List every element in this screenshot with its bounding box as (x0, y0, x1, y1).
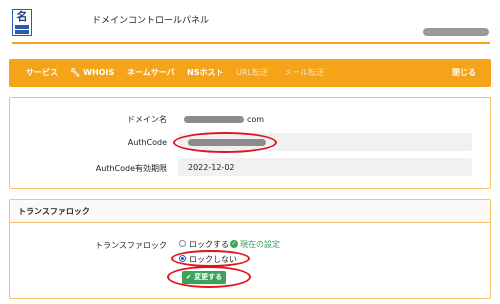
nav-item-whois[interactable]: 🔧︎ WHOIS (70, 59, 114, 87)
authcode-expiry-field: 2022-12-02 (178, 158, 472, 176)
highlight-oval-change-button (167, 266, 251, 288)
authcode-expiry-value: 2022-12-02 (188, 163, 235, 172)
app-title: ドメインコントロールパネル (92, 16, 210, 26)
authcode-label: AuthCode (127, 138, 167, 147)
wrench-icon: 🔧︎ (70, 68, 81, 77)
current-setting-label: 現在の設定 (240, 240, 280, 249)
nav-item-url-forward[interactable]: URL転送 (236, 59, 268, 87)
domain-name-redacted (184, 116, 244, 123)
check-circle-icon: ✓ (230, 240, 238, 248)
transfer-lock-field-label: トランスファロック (95, 241, 167, 250)
nav-item-mail-forward[interactable]: メール転送 (284, 59, 324, 87)
highlight-oval-unlock (171, 250, 250, 267)
nav-item-nshost[interactable]: NSホスト (187, 59, 223, 87)
brand-logo: 名 (12, 9, 32, 36)
nav-item-service[interactable]: サービス (26, 59, 58, 87)
authcode-expiry-label: AuthCode有効期限 (95, 164, 167, 173)
user-name-redacted[interactable] (423, 28, 489, 36)
logo-bar (15, 25, 29, 29)
radio-lock[interactable] (179, 240, 186, 247)
domain-suffix: com (247, 115, 265, 124)
highlight-oval-authcode (173, 132, 277, 153)
nav-close-button[interactable]: 閉じる (452, 59, 476, 87)
main-nav: サービス 🔧︎ WHOIS ネームサーバ NSホスト URL転送 メール転送 閉じ… (9, 59, 491, 87)
domain-name-value: com (178, 112, 472, 126)
logo-bar (15, 30, 29, 34)
header-divider (12, 42, 490, 44)
transfer-lock-title: トランスファロック (18, 207, 90, 216)
radio-lock-label: ロックする (189, 240, 229, 249)
domain-name-label: ドメイン名 (127, 115, 167, 124)
transfer-lock-panel-header: トランスファロック (10, 200, 490, 223)
nav-item-whois-label: WHOIS (83, 68, 115, 77)
logo-glyph: 名 (16, 10, 28, 23)
nav-item-nameserver[interactable]: ネームサーバ (127, 59, 175, 87)
